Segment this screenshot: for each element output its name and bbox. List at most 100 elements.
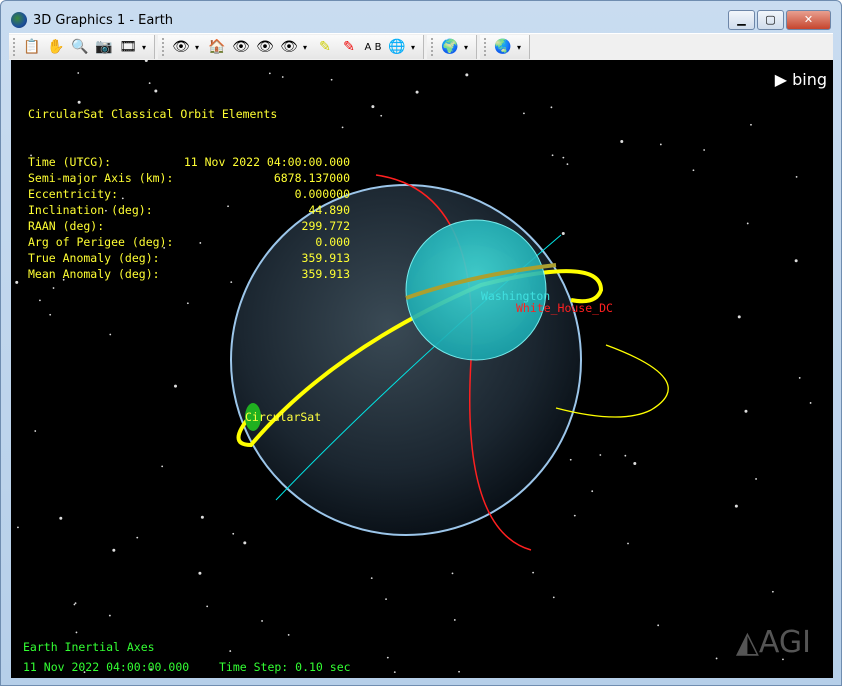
star	[569, 458, 572, 461]
element-label: Mean Anomaly (deg):	[28, 267, 160, 281]
pen-icon[interactable]: ✎	[339, 37, 359, 57]
element-value: 359.913	[301, 251, 350, 265]
earth-globe-icon	[11, 12, 27, 28]
star	[415, 90, 419, 94]
orbit-element-row: Semi-major Axis (km): 6878.137000	[28, 170, 350, 186]
star	[112, 548, 116, 552]
highlighter-icon[interactable]: ✎	[315, 37, 335, 57]
star	[200, 515, 204, 519]
star	[380, 114, 383, 117]
record-movie-icon[interactable]: 🎞	[118, 37, 138, 57]
star	[232, 532, 235, 535]
element-value: 44.890	[308, 203, 350, 217]
orient-view-icon[interactable]: 👁	[231, 37, 251, 57]
toolbar-overflow-icon[interactable]: ▾	[411, 43, 419, 52]
element-label: RAAN (deg):	[28, 219, 105, 233]
globe-manager-icon[interactable]: 🌐	[387, 37, 407, 57]
earth-download-icon[interactable]: 🌏	[493, 37, 513, 57]
close-button[interactable]: ✕	[786, 10, 831, 30]
star	[108, 614, 111, 617]
title-bar: 3D Graphics 1 - Earth	[11, 9, 173, 31]
star	[573, 514, 576, 517]
star	[794, 259, 798, 263]
time-step: Time Step: 0.10 sec	[219, 660, 351, 674]
star	[551, 154, 554, 157]
star	[746, 222, 749, 225]
orbit-element-row: Eccentricity: 0.000000	[28, 186, 350, 202]
element-label: Inclination (deg):	[28, 203, 153, 217]
pan-hand-icon[interactable]: ✋	[46, 37, 66, 57]
minimize-button[interactable]: ▁	[728, 10, 755, 30]
star	[561, 232, 565, 236]
star	[552, 596, 555, 599]
star	[599, 454, 602, 456]
star	[15, 280, 19, 284]
view-object-dropdown-icon[interactable]: ▾	[303, 43, 311, 52]
star	[692, 169, 695, 172]
measure-ruler-icon[interactable]: A B	[363, 37, 383, 57]
star	[109, 333, 112, 336]
globe-data-icon[interactable]: 🌍	[440, 37, 460, 57]
star	[34, 430, 37, 432]
home-view-icon[interactable]: 🏠	[207, 37, 227, 57]
star	[161, 465, 164, 468]
orbit-element-row: RAAN (deg): 299.772	[28, 218, 350, 234]
star	[744, 409, 748, 413]
element-label: Arg of Perigee (deg):	[28, 235, 174, 249]
star	[173, 384, 177, 388]
orbit-elements-overlay: CircularSat Classical Orbit Elements Tim…	[28, 74, 350, 314]
star	[771, 590, 774, 593]
graphics-window: 3D Graphics 1 - Earth ▁ ▢ ✕ 📋 ✋ 🔍 📷 🎞 ▾ …	[0, 0, 842, 686]
star	[591, 490, 594, 493]
element-label: Semi-major Axis (km):	[28, 171, 174, 185]
orbit-element-row: Time (UTCG): 11 Nov 2022 04:00:00.000	[28, 154, 350, 170]
view-from-dropdown-icon[interactable]: ▾	[195, 43, 203, 52]
star	[562, 156, 565, 159]
toolbar-overflow-icon[interactable]: ▾	[464, 43, 472, 52]
star	[633, 461, 637, 465]
star	[287, 634, 290, 636]
element-value: 299.772	[301, 219, 350, 233]
toolbar-overflow-icon[interactable]: ▾	[517, 43, 525, 52]
view-down-icon[interactable]: 👁	[255, 37, 275, 57]
star	[627, 542, 629, 545]
star	[532, 571, 535, 574]
star	[198, 571, 202, 575]
star	[229, 650, 232, 652]
animation-time: 11 Nov 2022 04:00:00.000	[23, 660, 190, 674]
star	[136, 536, 139, 539]
properties-icon[interactable]: 📋	[22, 37, 42, 57]
star	[385, 598, 387, 600]
toolbar: 📋 ✋ 🔍 📷 🎞 ▾ 👁 ▾ 🏠 👁 👁 👁 ▾ ✎ ✎ A B 🌐 ▾ 🌍 ▾ …	[9, 33, 833, 60]
maximize-button[interactable]: ▢	[757, 10, 784, 30]
star	[798, 377, 801, 379]
element-value: 0.000000	[294, 187, 350, 201]
star	[49, 313, 52, 316]
star	[371, 105, 375, 109]
star	[59, 516, 63, 520]
star	[734, 504, 738, 508]
3d-viewport[interactable]: CircularSat Classical Orbit Elements Tim…	[11, 60, 833, 678]
element-value: 11 Nov 2022 04:00:00.000	[183, 155, 350, 169]
star	[737, 315, 741, 319]
satellite-label: CircularSat	[245, 410, 322, 424]
view-from-icon[interactable]: 👁	[171, 37, 191, 57]
element-label: Eccentricity:	[28, 187, 119, 201]
star	[809, 402, 812, 404]
star	[393, 671, 396, 674]
star	[465, 73, 469, 77]
star	[451, 572, 454, 575]
zoom-in-icon[interactable]: 🔍	[70, 37, 90, 57]
star	[715, 657, 718, 660]
toolbar-overflow-icon[interactable]: ▾	[142, 43, 150, 52]
facility-label: White_House_DC	[516, 301, 613, 315]
element-value: 6878.137000	[273, 171, 350, 185]
star	[261, 620, 263, 622]
star	[73, 603, 76, 606]
orbit-element-row: Mean Anomaly (deg): 359.913	[28, 266, 350, 282]
view-object-icon[interactable]: 👁	[279, 37, 299, 57]
star	[370, 577, 373, 580]
star	[550, 106, 553, 109]
star	[458, 670, 460, 673]
snapshot-icon[interactable]: 📷	[94, 37, 114, 57]
